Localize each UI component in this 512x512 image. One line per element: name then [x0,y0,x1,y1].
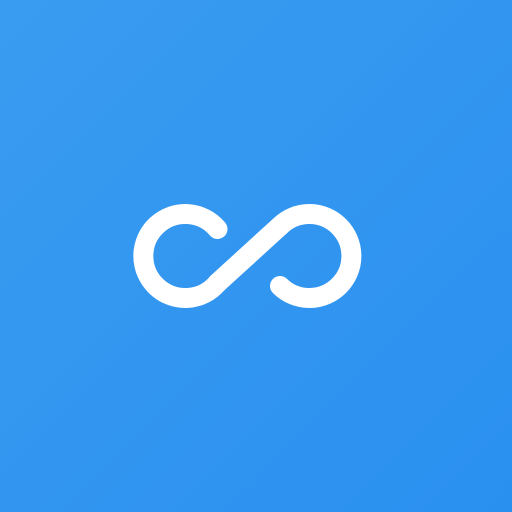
infinity-cross-stroke [207,216,290,293]
app-icon-background [0,0,512,512]
infinity-right-loop [270,204,362,308]
infinity-left-loop [133,204,228,308]
infinity-icon [133,204,362,308]
infinity-logo [128,198,384,314]
